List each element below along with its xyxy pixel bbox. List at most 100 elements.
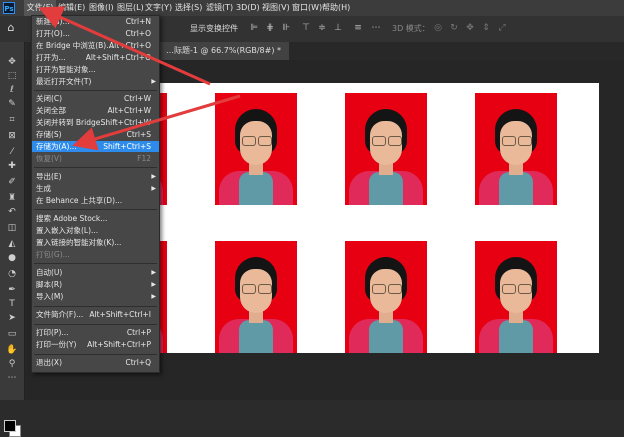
menu-item-open[interactable]: 打开(O)... Ctrl+O [32,28,159,39]
menu-separator [34,324,157,325]
3d-orbit-icon[interactable]: ◎ [432,22,444,34]
align-center-icon[interactable]: ⋕ [264,22,276,34]
foreground-color-swatch[interactable] [4,420,16,432]
rectangle-tool-icon[interactable]: ▭ [4,328,20,341]
frame-tool-icon[interactable]: ⊠ [4,130,20,143]
dodge-tool-icon[interactable]: ◔ [4,268,20,281]
menu-image[interactable]: 图像(I) [89,0,114,16]
lasso-tool-icon[interactable]: ℓ [4,84,20,97]
menu-item-open-as[interactable]: 打开为... Alt+Shift+Ctrl+O [32,52,159,63]
menu-item-save-as[interactable]: 存储为(A)... Shift+Ctrl+S [32,141,159,152]
3d-slide-icon[interactable]: ⇕ [480,22,492,34]
menu-separator [34,209,157,210]
menu-separator [34,354,157,355]
submenu-arrow-icon: ▶ [151,185,156,192]
distribute-icon[interactable]: ≡ [352,22,364,34]
home-icon[interactable]: ⌂ [4,21,18,35]
submenu-arrow-icon: ▶ [151,293,156,300]
menu-select[interactable]: 选择(S) [175,0,202,16]
3d-scale-icon[interactable]: ⤢ [496,22,508,34]
id-photo [475,93,557,205]
align-bottom-icon[interactable]: ⊥ [332,22,344,34]
marquee-tool-icon[interactable]: ⬚ [4,70,20,83]
type-tool-icon[interactable]: T [4,298,20,311]
hand-tool-icon[interactable]: ✋ [4,344,20,357]
menu-item-import[interactable]: 导入(M) ▶ [32,291,159,302]
menu-item-close[interactable]: 关闭(C) Ctrl+W [32,93,159,104]
file-menu-dropdown: 新建(N)... Ctrl+N 打开(O)... Ctrl+O 在 Bridge 中… [31,15,160,373]
menu-item-revert: 恢复(V) F12 [36,154,151,163]
align-top-icon[interactable]: ⊤ [300,22,312,34]
menu-item-file-info[interactable]: 文件简介(F)... Alt+Shift+Ctrl+I [32,309,159,320]
zoom-tool-icon[interactable]: ⚲ [4,358,20,371]
menu-separator [34,263,157,264]
menu-item-package: 打包(G)... [36,250,70,259]
menu-item-print-one-copy[interactable]: 打印一份(Y) Alt+Shift+Ctrl+P [32,339,159,350]
menu-file[interactable]: 文件(F) [24,0,56,16]
menu-edit[interactable]: 编辑(E) [58,0,85,16]
menu-view[interactable]: 视图(V) [262,0,290,16]
menu-item-browse-in-bridge[interactable]: 在 Bridge 中浏览(B)... Alt+Ctrl+O [32,40,159,51]
menu-item-new[interactable]: 新建(N)... Ctrl+N [32,16,159,27]
show-transform-controls[interactable]: 显示变换控件 [190,23,238,34]
id-photo [475,241,557,353]
path-select-tool-icon[interactable]: ➤ [4,312,20,325]
align-left-icon[interactable]: ⊫ [248,22,260,34]
menu-item-scripts[interactable]: 脚本(R) ▶ [32,279,159,290]
menu-item-generate[interactable]: 生成 ▶ [32,183,159,194]
menu-separator [34,90,157,91]
3d-pan-icon[interactable]: ✥ [464,22,476,34]
id-photo [215,241,297,353]
submenu-arrow-icon: ▶ [151,173,156,180]
id-photo [215,93,297,205]
photoshop-logo: Ps [3,2,15,14]
more-tools-icon[interactable]: ⋯ [4,372,20,385]
more-options-icon[interactable]: ⋯ [370,22,382,34]
id-photo [345,241,427,353]
document-tab[interactable]: …际题-1 @ 66.7%(RGB/8#) * [158,42,289,60]
submenu-arrow-icon: ▶ [151,78,156,85]
id-photo [345,93,427,205]
menu-layer[interactable]: 图层(L) [117,0,144,16]
align-middle-icon[interactable]: ≑ [316,22,328,34]
move-tool-icon[interactable]: ✥ [4,56,20,69]
menu-item-search-adobe-stock[interactable]: 搜索 Adobe Stock... [32,213,159,224]
menu-item-share-on-behance[interactable]: 在 Behance 上共享(D)... [32,195,159,206]
quick-select-tool-icon[interactable]: ✎ [4,98,20,111]
menu-item-close-and-go-to-bridge[interactable]: 关闭并转到 Bridge... Shift+Ctrl+W [32,117,159,128]
menu-bar: Ps 文件(F) 编辑(E) 图像(I) 图层(L) 文字(Y) 选择(S) 滤… [0,0,624,16]
menu-separator [34,306,157,307]
menu-type[interactable]: 文字(Y) [145,0,172,16]
brush-tool-icon[interactable]: ✐ [4,176,20,189]
blur-tool-icon[interactable]: ● [4,252,20,265]
menu-item-open-recent[interactable]: 最近打开文件(T) ▶ [32,76,159,87]
menu-window[interactable]: 窗口(W) [292,0,322,16]
healing-brush-tool-icon[interactable]: ✚ [4,160,20,173]
align-right-icon[interactable]: ⊪ [280,22,292,34]
3d-mode-label: 3D 模式： [392,24,430,33]
crop-tool-icon[interactable]: ⌗ [4,114,20,127]
menu-3d[interactable]: 3D(D) [236,0,260,16]
menu-item-place-linked[interactable]: 置入链接的智能对象(K)... [32,237,159,248]
paint-bucket-tool-icon[interactable]: ◭ [4,238,20,251]
menu-item-export[interactable]: 导出(E) ▶ [32,171,159,182]
clone-stamp-tool-icon[interactable]: ♜ [4,192,20,205]
menu-item-open-as-smart-object[interactable]: 打开为智能对象... [32,64,159,75]
history-brush-tool-icon[interactable]: ↶ [4,206,20,219]
menu-item-place-embedded[interactable]: 置入嵌入对象(L)... [32,225,159,236]
menu-help[interactable]: 帮助(H) [322,0,350,16]
menu-item-automate[interactable]: 自动(U) ▶ [32,267,159,278]
submenu-arrow-icon: ▶ [151,281,156,288]
tools-panel: ✥ ⬚ ℓ ✎ ⌗ ⊠ ⁄ ✚ ✐ ♜ ↶ ◫ ◭ ● ◔ ✒ T ➤ ▭ ✋ … [0,42,25,437]
eyedropper-tool-icon[interactable]: ⁄ [4,146,20,159]
menu-item-save[interactable]: 存储(S) Ctrl+S [32,129,159,140]
menu-item-print[interactable]: 打印(P)... Ctrl+P [32,327,159,338]
3d-roll-icon[interactable]: ↻ [448,22,460,34]
eraser-tool-icon[interactable]: ◫ [4,222,20,235]
menu-filter[interactable]: 滤镜(T) [206,0,233,16]
menu-item-exit[interactable]: 退出(X) Ctrl+Q [32,357,159,368]
menu-item-close-all[interactable]: 关闭全部 Alt+Ctrl+W [32,105,159,116]
menu-separator [34,167,157,168]
submenu-arrow-icon: ▶ [151,269,156,276]
pen-tool-icon[interactable]: ✒ [4,284,20,297]
